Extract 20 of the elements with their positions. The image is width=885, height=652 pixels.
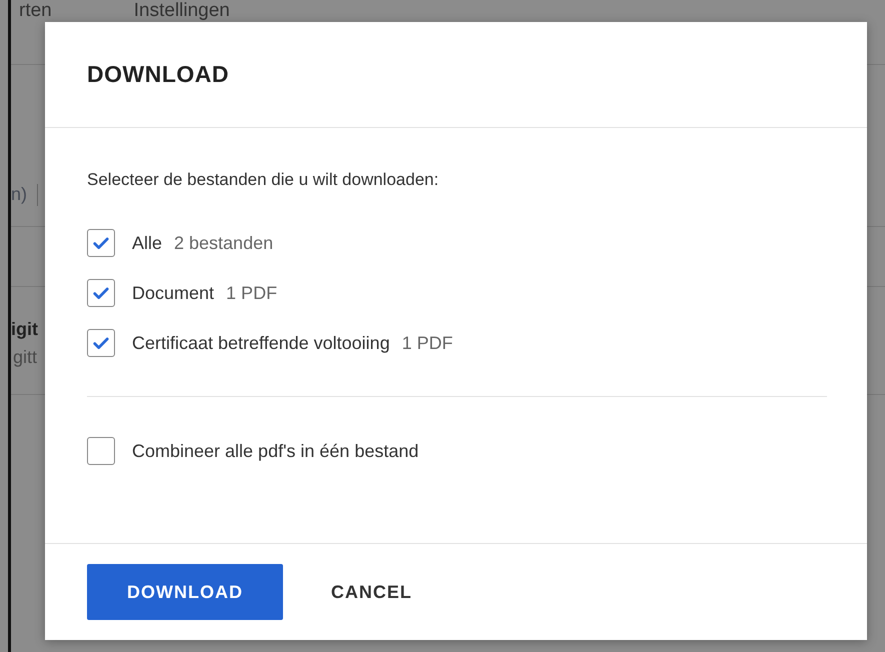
download-button[interactable]: DOWNLOAD [87,564,283,620]
dialog-title: DOWNLOAD [87,61,229,88]
tab-label: Instellingen [134,0,230,21]
text-fragment: igit [11,319,38,340]
file-detail: 2 bestanden [174,232,274,254]
cancel-button[interactable]: CANCEL [311,570,432,614]
checkbox[interactable] [87,329,115,357]
tab-label: rten [19,0,52,21]
file-detail: 1 PDF [402,332,453,354]
checkbox[interactable] [87,229,115,257]
checkbox[interactable] [87,437,115,465]
file-label: Document [132,282,214,304]
file-detail: 1 PDF [226,282,278,304]
option-label: Combineer alle pdf's in één bestand [132,440,419,462]
text-fragment: gitt [13,347,38,368]
text-fragment: n) [11,184,28,205]
prompt-text: Selecteer de bestanden die u wilt downloaden: [87,170,440,190]
file-label: Certificaat betreffende voltooiing [132,332,390,354]
file-label: Alle [132,232,162,254]
checkbox[interactable] [87,279,115,307]
